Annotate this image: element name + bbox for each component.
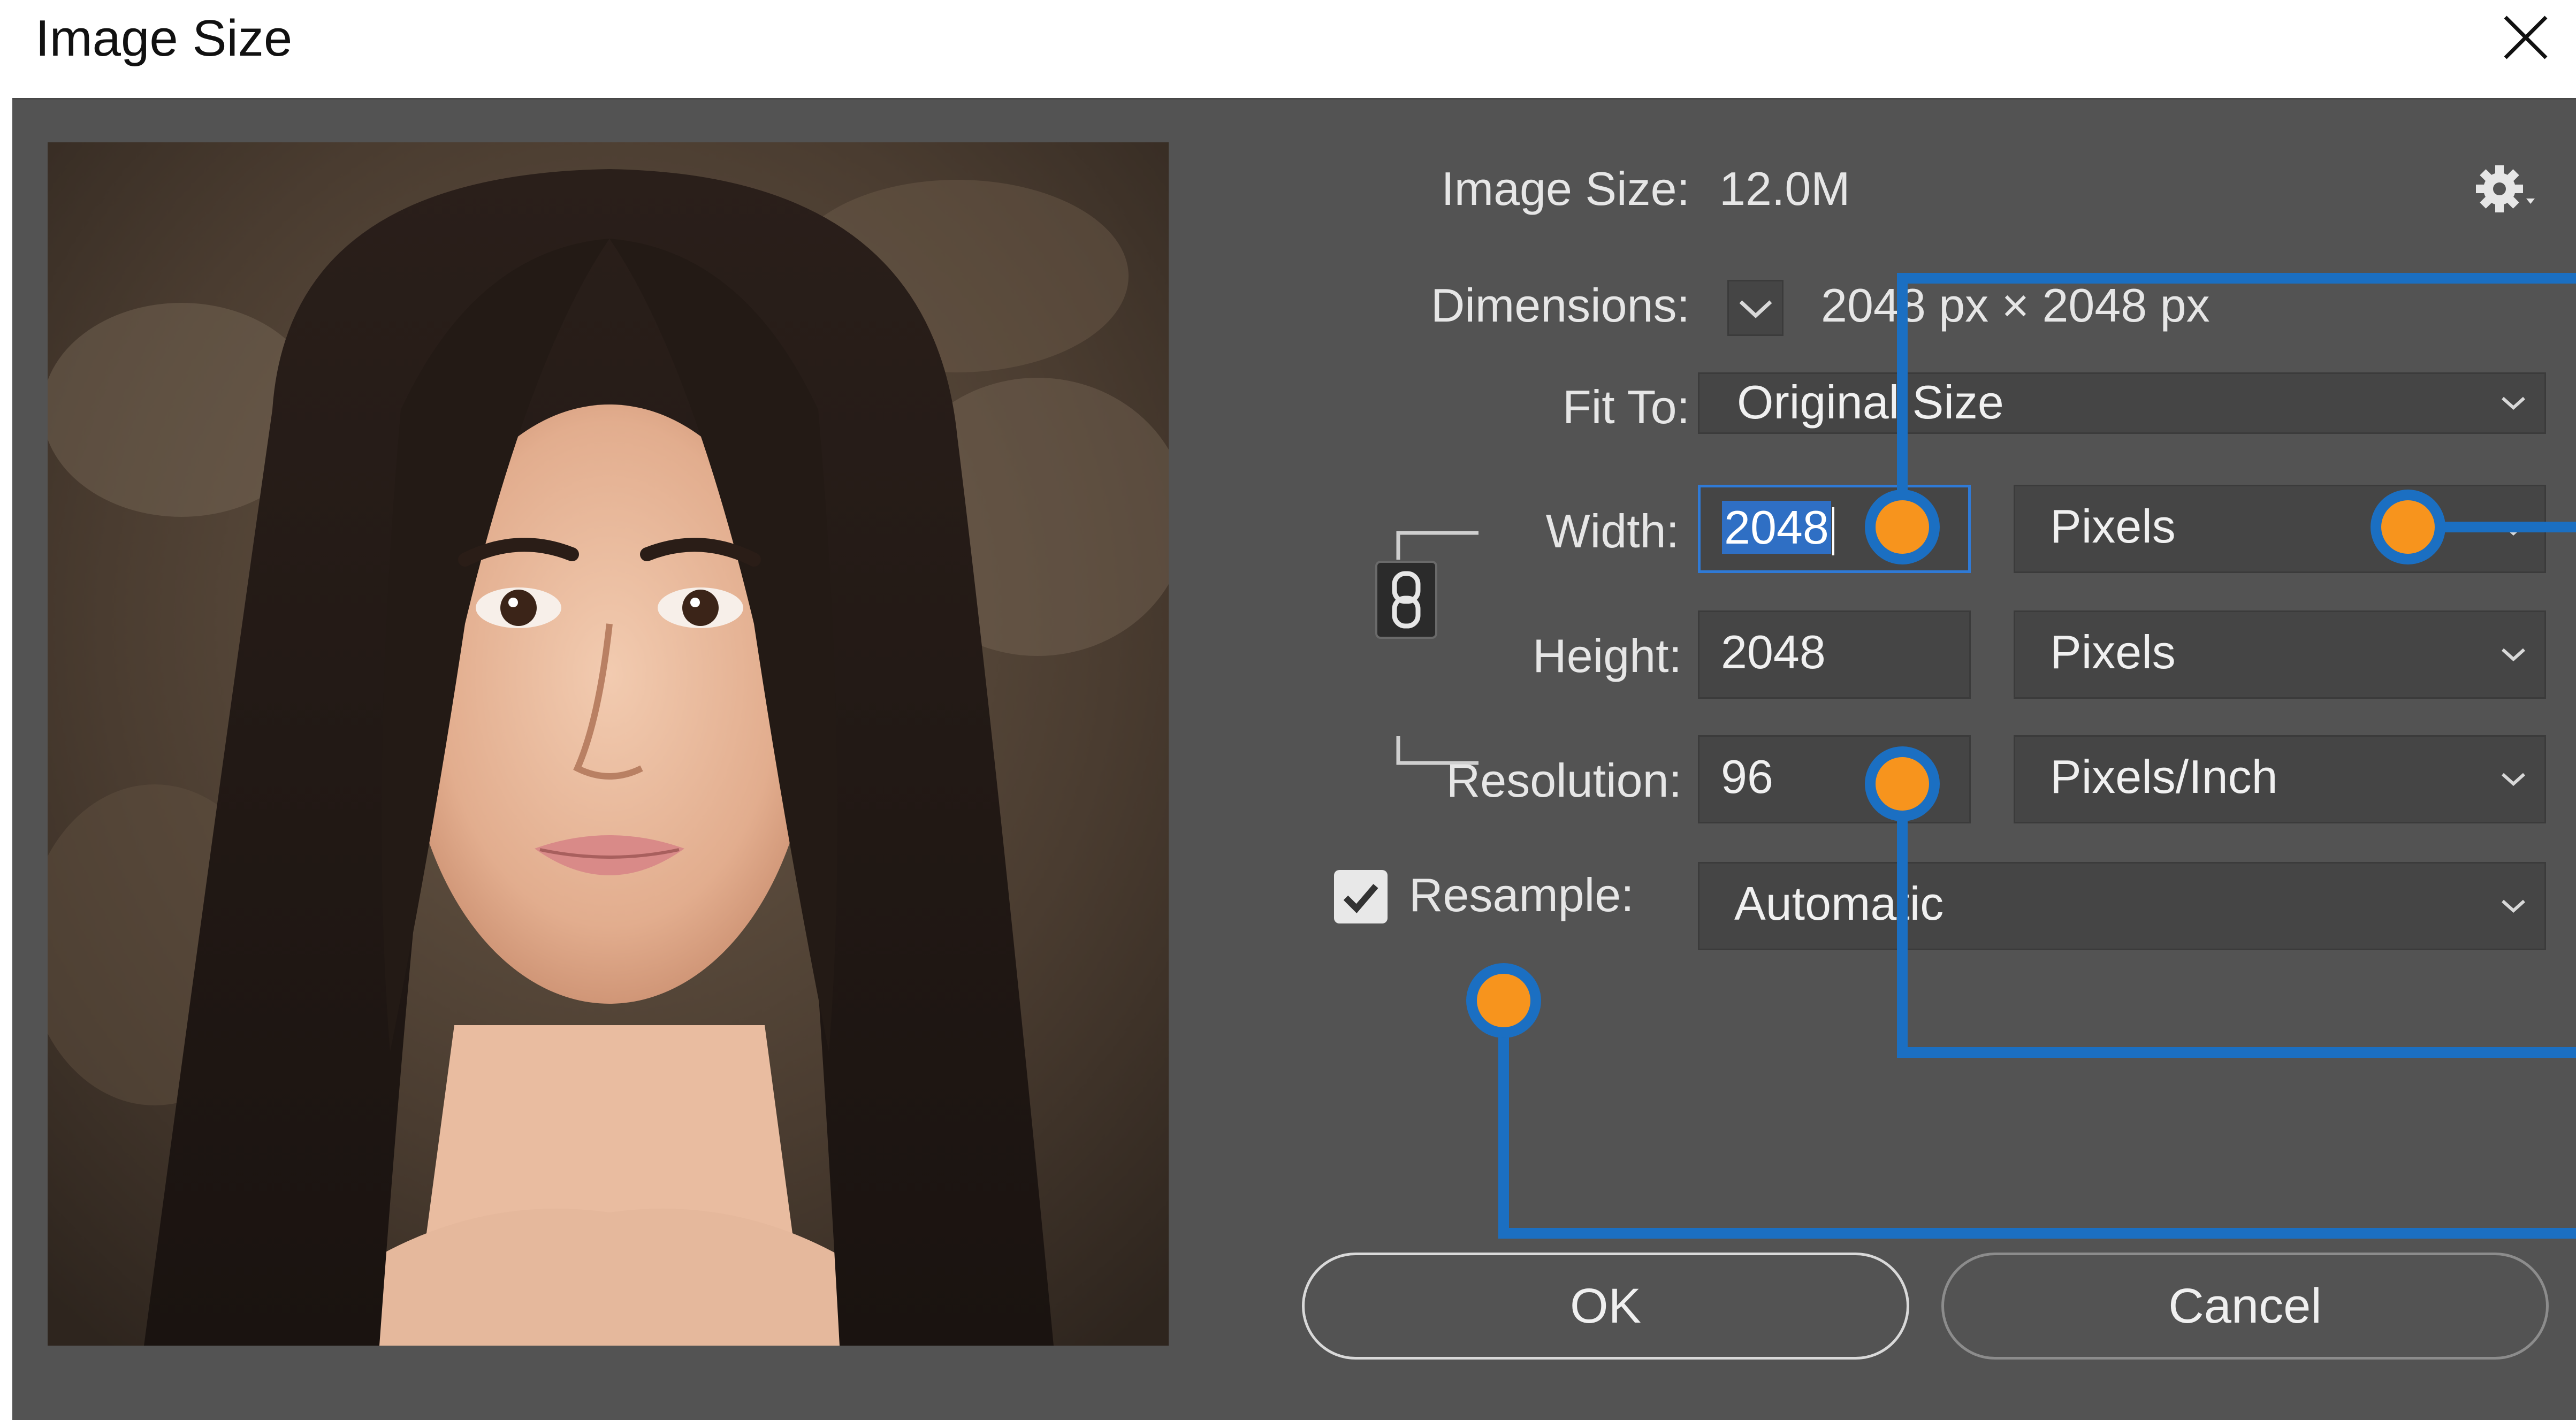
height-input[interactable]: 2048 [1698,610,1971,699]
image-size-dialog: Image Size Image Size: 12.0M Dimensions:… [0,0,2576,1420]
text-caret [1832,507,1834,555]
dimensions-label: Dimensions: [1430,279,1690,332]
width-input[interactable]: 2048 [1698,485,1971,573]
resample-label: Resample: [1409,868,1634,921]
resample-checkbox[interactable] [1334,870,1388,923]
resolution-value: 96 [1721,750,1773,803]
height-label: Height: [1533,629,1682,682]
dimensions-value: 2048 px × 2048 px [1821,279,2210,332]
chevron-down-icon [2501,648,2526,661]
image-preview[interactable] [48,142,1169,1346]
chevron-down-icon [2501,522,2526,536]
dimensions-unit-toggle[interactable] [1727,280,1784,336]
dialog-title: Image Size [35,10,293,67]
resolution-input[interactable]: 96 [1698,735,1971,823]
fit-to-label: Fit To: [1562,380,1690,433]
image-size-value: 12.0M [1719,162,1850,215]
chevron-down-icon [2501,396,2526,410]
resolution-unit-value: Pixels/Inch [2050,750,2278,803]
width-unit-value: Pixels [2050,500,2176,553]
fit-to-value: Original Size [1737,376,2004,429]
portrait-image [48,142,1169,1346]
close-icon[interactable] [2494,5,2558,70]
width-value: 2048 [1722,501,1831,554]
height-value: 2048 [1721,625,1826,678]
resample-method-value: Automatic [1734,877,1944,930]
image-size-label: Image Size: [1441,162,1690,215]
height-unit-dropdown[interactable]: Pixels [2014,610,2546,699]
resolution-unit-dropdown[interactable]: Pixels/Inch [2014,735,2546,823]
resample-method-dropdown[interactable]: Automatic [1698,862,2546,950]
fit-to-dropdown[interactable]: Original Size [1698,372,2546,434]
chevron-down-icon [2501,773,2526,786]
checkmark-icon [1343,884,1378,913]
gear-icon[interactable] [2474,161,2538,220]
chevron-down-icon [2501,899,2526,913]
dialog-body: Image Size: 12.0M Dimensions: 2048 px × … [12,98,2576,1420]
title-bar: Image Size [0,0,2576,98]
width-label: Width: [1545,505,1679,558]
chevron-down-icon [1739,300,1772,318]
resolution-label: Resolution: [1446,754,1682,807]
width-unit-dropdown[interactable]: Pixels [2014,485,2546,573]
cancel-button[interactable]: Cancel [1941,1253,2549,1360]
height-unit-value: Pixels [2050,625,2176,678]
ok-button[interactable]: OK [1302,1253,1909,1360]
